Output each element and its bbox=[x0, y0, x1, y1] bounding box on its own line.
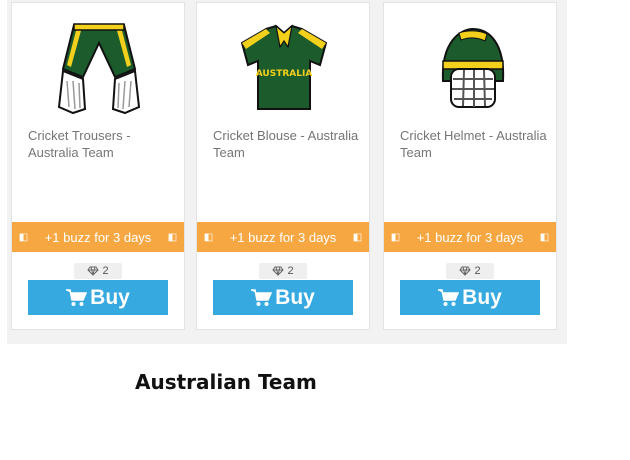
buzz-text: +1 buzz for 3 days bbox=[44, 229, 152, 245]
product-title[interactable]: Cricket Blouse - Australia Team bbox=[213, 127, 361, 161]
buzz-banner: ◧ +1 buzz for 3 days ◧ bbox=[384, 222, 556, 252]
cricket-helmet-icon[interactable] bbox=[421, 21, 521, 116]
gem-count: 2 bbox=[474, 265, 481, 277]
jersey-text: AUSTRALIA bbox=[256, 69, 313, 79]
cricket-jersey-icon[interactable]: AUSTRALIA bbox=[234, 21, 334, 116]
team-caption: Australian Team bbox=[135, 370, 317, 394]
buzz-banner: ◧ +1 buzz for 3 days ◧ bbox=[12, 222, 184, 252]
gem-icon bbox=[459, 266, 472, 276]
product-grid-panel: Cricket Trousers - Australia Team ◧ +1 b… bbox=[7, 0, 567, 344]
buy-button[interactable]: Buy bbox=[28, 280, 168, 315]
gem-count: 2 bbox=[102, 265, 109, 277]
gem-price-badge: 2 bbox=[446, 263, 494, 279]
buy-label: Buy bbox=[90, 285, 130, 309]
buzz-text: +1 buzz for 3 days bbox=[229, 229, 337, 245]
gem-count: 2 bbox=[287, 265, 294, 277]
buzz-bubble-icon: ◧ bbox=[390, 232, 401, 243]
buzz-bubble-icon: ◧ bbox=[352, 232, 363, 243]
product-title[interactable]: Cricket Trousers - Australia Team bbox=[28, 127, 176, 161]
gem-price-badge: 2 bbox=[259, 263, 307, 279]
product-card-helmet[interactable]: Cricket Helmet - Australia Team ◧ +1 buz… bbox=[383, 2, 557, 330]
buzz-text: +1 buzz for 3 days bbox=[416, 229, 524, 245]
gem-price-badge: 2 bbox=[74, 263, 122, 279]
buy-label: Buy bbox=[275, 285, 315, 309]
gem-icon bbox=[272, 266, 285, 276]
product-card-blouse[interactable]: AUSTRALIA Cricket Blouse - Australia Tea… bbox=[196, 2, 370, 330]
cart-icon bbox=[251, 288, 273, 306]
buzz-bubble-icon: ◧ bbox=[18, 232, 29, 243]
gem-icon bbox=[87, 266, 100, 276]
product-card-trousers[interactable]: Cricket Trousers - Australia Team ◧ +1 b… bbox=[11, 2, 185, 330]
buzz-bubble-icon: ◧ bbox=[167, 232, 178, 243]
cricket-trousers-icon[interactable] bbox=[49, 21, 149, 116]
buzz-bubble-icon: ◧ bbox=[539, 232, 550, 243]
cart-icon bbox=[66, 288, 88, 306]
buy-button[interactable]: Buy bbox=[213, 280, 353, 315]
cart-icon bbox=[438, 288, 460, 306]
buzz-banner: ◧ +1 buzz for 3 days ◧ bbox=[197, 222, 369, 252]
product-title[interactable]: Cricket Helmet - Australia Team bbox=[400, 127, 548, 161]
buy-button[interactable]: Buy bbox=[400, 280, 540, 315]
buzz-bubble-icon: ◧ bbox=[203, 232, 214, 243]
buy-label: Buy bbox=[462, 285, 502, 309]
